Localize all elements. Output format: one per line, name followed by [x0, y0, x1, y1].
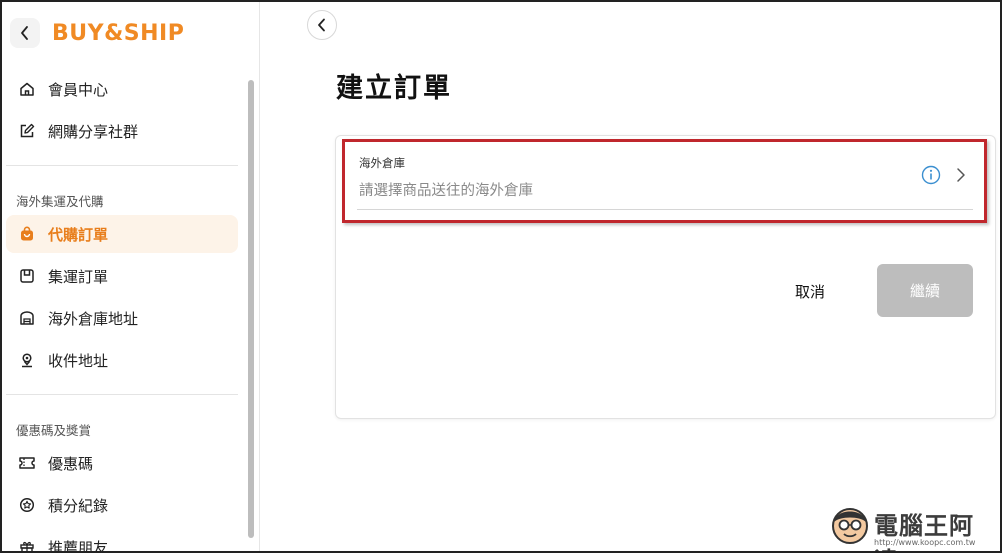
- sidebar-item-refer-friends[interactable]: 推薦朋友: [6, 528, 238, 553]
- logo-row: BUY&SHIP: [10, 16, 184, 50]
- points-badge-icon: [18, 496, 36, 514]
- sidebar-item-label: 集運訂單: [48, 267, 109, 286]
- app-window: BUY&SHIP 會員中心 網購分享社群 海外集運及代購 代購訂單 集運訂單 海…: [0, 0, 1002, 553]
- sidebar-scrollbar[interactable]: [248, 80, 254, 538]
- page-title: 建立訂單: [336, 73, 452, 104]
- box-icon: [18, 267, 36, 285]
- sidebar: BUY&SHIP 會員中心 網購分享社群 海外集運及代購 代購訂單 集運訂單 海…: [2, 2, 260, 553]
- sidebar-back-button[interactable]: [10, 18, 40, 48]
- sidebar-item-label: 會員中心: [48, 80, 109, 99]
- sidebar-item-member-center[interactable]: 會員中心: [6, 70, 238, 108]
- location-pin-icon: [18, 351, 36, 369]
- divider: [6, 165, 238, 166]
- sidebar-item-points[interactable]: 積分紀錄: [6, 486, 238, 524]
- sidebar-item-label: 代購訂單: [48, 225, 109, 244]
- field-underline: [357, 209, 973, 210]
- chevron-left-icon: [21, 26, 28, 40]
- watermark: 電腦王阿達 http://www.koopc.com.tw: [828, 502, 998, 551]
- chevron-left-icon: [318, 18, 325, 32]
- sidebar-item-label: 推薦朋友: [48, 538, 109, 553]
- brand-logo[interactable]: BUY&SHIP: [52, 21, 184, 46]
- sidebar-item-label: 海外倉庫地址: [48, 309, 139, 328]
- sidebar-item-label: 積分紀錄: [48, 496, 109, 515]
- sidebar-item-warehouse-address[interactable]: 海外倉庫地址: [6, 299, 238, 337]
- sidebar-item-shipping-orders[interactable]: 集運訂單: [6, 257, 238, 295]
- watermark-url: http://www.koopc.com.tw: [874, 538, 976, 547]
- divider: [6, 394, 238, 395]
- back-button[interactable]: [307, 10, 337, 40]
- warehouse-select[interactable]: 請選擇商品送往的海外倉庫: [359, 179, 533, 200]
- coupon-icon: [18, 454, 36, 472]
- warehouse-icon: [18, 309, 36, 327]
- section-label: 海外集運及代購: [16, 194, 104, 209]
- continue-button[interactable]: 繼續: [877, 264, 973, 317]
- sidebar-item-delivery-address[interactable]: 收件地址: [6, 341, 238, 379]
- sidebar-item-label: 網購分享社群: [48, 122, 139, 141]
- cancel-button[interactable]: 取消: [772, 274, 848, 308]
- warehouse-field-label: 海外倉庫: [359, 156, 405, 170]
- home-icon: [18, 80, 36, 98]
- chevron-right-icon[interactable]: [954, 166, 968, 184]
- info-icon[interactable]: [921, 165, 941, 185]
- sidebar-item-community[interactable]: 網購分享社群: [6, 112, 238, 150]
- gift-icon: [18, 538, 36, 551]
- edit-icon: [18, 122, 36, 140]
- sidebar-item-label: 優惠碼: [48, 454, 94, 473]
- sidebar-item-label: 收件地址: [48, 351, 109, 370]
- mascot-face-icon: [832, 508, 868, 544]
- sidebar-item-coupons[interactable]: 優惠碼: [6, 444, 238, 482]
- section-label: 優惠碼及獎賞: [16, 423, 92, 438]
- sidebar-item-purchase-orders[interactable]: 代購訂單: [6, 215, 238, 253]
- shopping-bag-icon: [18, 225, 36, 243]
